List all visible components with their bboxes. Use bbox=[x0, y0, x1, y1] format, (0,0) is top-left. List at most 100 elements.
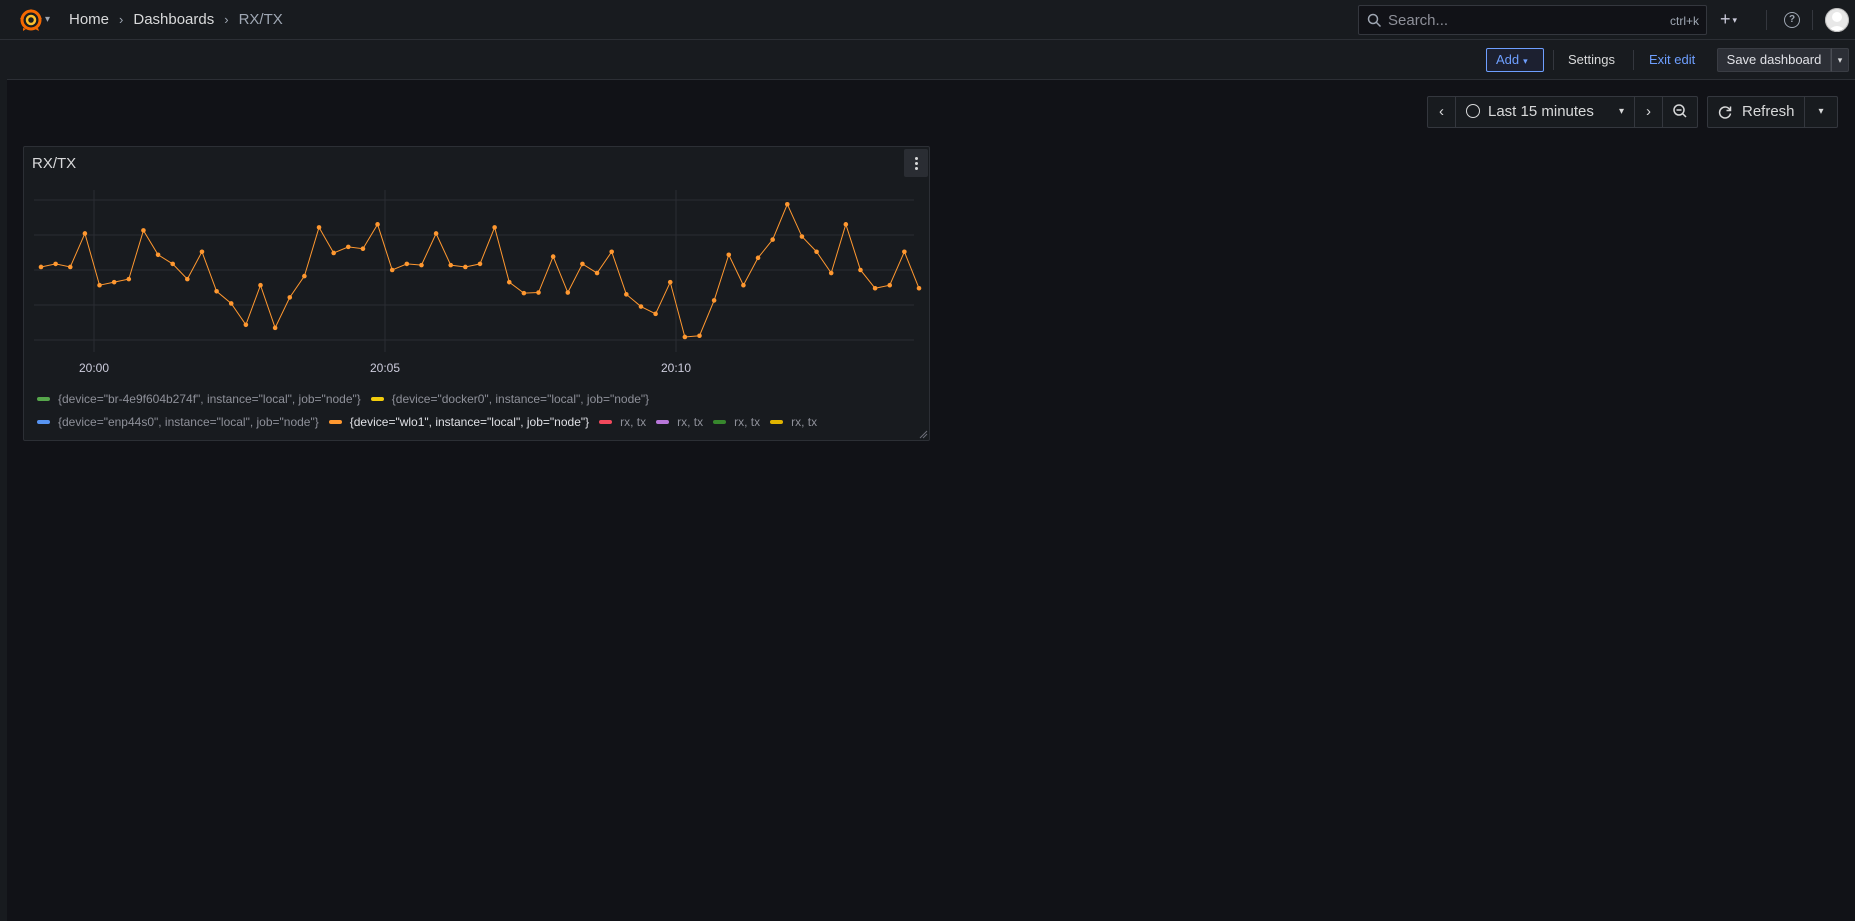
data-point bbox=[258, 282, 263, 288]
legend-label: rx, tx bbox=[791, 414, 818, 429]
refresh-button[interactable]: Refresh bbox=[1707, 96, 1805, 128]
time-range-picker[interactable]: Last 15 minutes ▾ bbox=[1455, 96, 1635, 128]
data-point bbox=[697, 333, 702, 339]
save-options-chevron-icon[interactable]: ▾ bbox=[1831, 48, 1849, 72]
data-point bbox=[916, 285, 922, 291]
refresh-interval-picker[interactable]: ▾ bbox=[1804, 96, 1838, 128]
chart-legend: {device="br-4e9f604b274f", instance="loc… bbox=[37, 387, 927, 433]
data-point bbox=[214, 289, 219, 294]
legend-row: {device="enp44s0", instance="local", job… bbox=[37, 410, 927, 433]
search-icon bbox=[1367, 13, 1382, 28]
legend-item[interactable]: {device="wlo1", instance="local", job="n… bbox=[328, 414, 590, 429]
save-dashboard-button[interactable]: Save dashboard bbox=[1717, 48, 1831, 72]
legend-label: {device="br-4e9f604b274f", instance="loc… bbox=[58, 391, 361, 406]
legend-label: rx, tx bbox=[677, 414, 704, 429]
clock-icon bbox=[1466, 104, 1480, 118]
breadcrumb-dashboards[interactable]: Dashboards bbox=[133, 11, 214, 28]
data-point bbox=[521, 290, 527, 296]
line-chart[interactable]: 20:00 20:05 20:10 bbox=[24, 177, 931, 377]
data-point bbox=[228, 301, 234, 306]
chevron-right-icon: › bbox=[224, 12, 229, 27]
legend-label: {device="wlo1", instance="local", job="n… bbox=[349, 414, 590, 429]
legend-item[interactable]: rx, tx bbox=[656, 415, 703, 429]
data-point bbox=[711, 298, 717, 303]
left-edge bbox=[0, 0, 7, 921]
legend-swatch bbox=[713, 419, 727, 424]
search-input[interactable]: Search... ctrl+k bbox=[1358, 5, 1707, 35]
breadcrumb-home[interactable]: Home bbox=[69, 11, 109, 28]
divider bbox=[1766, 10, 1767, 30]
data-point bbox=[828, 270, 834, 276]
data-point bbox=[111, 279, 117, 285]
x-tick-label: 20:05 bbox=[370, 361, 400, 375]
user-icon bbox=[1825, 8, 1849, 32]
data-point bbox=[419, 262, 424, 268]
legend-label: {device="docker0", instance="local", job… bbox=[391, 391, 650, 406]
data-point bbox=[170, 261, 175, 267]
data-point bbox=[565, 290, 571, 295]
chevron-right-icon: › bbox=[1646, 103, 1651, 120]
data-point bbox=[653, 311, 658, 317]
data-point bbox=[682, 334, 688, 340]
data-point bbox=[287, 295, 293, 300]
search-placeholder: Search... bbox=[1388, 12, 1449, 29]
legend-label: rx, tx bbox=[734, 414, 761, 429]
panel-title[interactable]: RX/TX bbox=[32, 155, 76, 172]
legend-item[interactable]: {device="br-4e9f604b274f", instance="loc… bbox=[37, 392, 361, 406]
chevron-down-icon: ▾ bbox=[1818, 106, 1824, 117]
settings-button[interactable]: Settings bbox=[1568, 52, 1615, 67]
data-point bbox=[785, 201, 790, 207]
series-line bbox=[40, 203, 920, 338]
resize-handle-icon[interactable] bbox=[918, 429, 928, 439]
legend-item[interactable]: rx, tx bbox=[599, 415, 646, 429]
zoom-out-button[interactable] bbox=[1662, 96, 1698, 128]
legend-item[interactable]: {device="docker0", instance="local", job… bbox=[370, 391, 650, 406]
data-point bbox=[550, 254, 556, 259]
legend-swatch bbox=[328, 419, 342, 424]
legend-label: {device="enp44s0", instance="local", job… bbox=[58, 414, 319, 429]
chevron-left-icon: ‹ bbox=[1439, 103, 1444, 120]
legend-item[interactable]: rx, tx bbox=[713, 415, 760, 429]
legend-swatch bbox=[37, 396, 50, 401]
add-button[interactable]: Add ▾ bbox=[1486, 48, 1544, 72]
chevron-down-icon: ▾ bbox=[1618, 106, 1624, 117]
chevron-down-icon: ▾ bbox=[1732, 15, 1738, 26]
breadcrumb: Home › Dashboards › RX/TX bbox=[69, 11, 283, 28]
data-point bbox=[770, 237, 775, 242]
timeseries-panel[interactable]: RX/TX 20:00 20:05 20:10 {device="br-4e9f60… bbox=[23, 146, 930, 441]
data-point bbox=[887, 282, 893, 288]
legend-swatch bbox=[656, 419, 670, 424]
legend-item[interactable]: {device="enp44s0", instance="local", job… bbox=[37, 415, 319, 429]
data-point bbox=[82, 231, 88, 236]
data-point bbox=[331, 250, 336, 256]
add-label: Add bbox=[1496, 52, 1520, 67]
search-shortcut: ctrl+k bbox=[1669, 14, 1699, 28]
data-point bbox=[506, 279, 512, 285]
chevron-right-icon: › bbox=[119, 12, 124, 27]
avatar[interactable] bbox=[1825, 8, 1849, 32]
grafana-logo-icon[interactable] bbox=[18, 7, 44, 33]
data-point bbox=[389, 267, 395, 273]
data-point bbox=[126, 276, 132, 282]
legend-label: rx, tx bbox=[620, 414, 647, 429]
new-menu-button[interactable]: + ▾ bbox=[1720, 9, 1754, 31]
data-point bbox=[97, 282, 102, 288]
data-point bbox=[141, 228, 146, 233]
legend-item[interactable]: rx, tx bbox=[770, 415, 817, 429]
data-point bbox=[185, 276, 190, 282]
legend-swatch bbox=[370, 396, 384, 401]
time-forward-button[interactable]: › bbox=[1634, 96, 1663, 128]
data-point bbox=[53, 261, 58, 267]
chevron-down-icon[interactable]: ▾ bbox=[45, 14, 50, 25]
data-point bbox=[843, 222, 849, 227]
top-navbar: ▾ Home › Dashboards › RX/TX Search... ct… bbox=[0, 0, 1855, 40]
data-point bbox=[404, 261, 410, 267]
data-point bbox=[346, 244, 351, 250]
time-back-button[interactable]: ‹ bbox=[1427, 96, 1456, 128]
help-icon[interactable]: ? bbox=[1784, 12, 1800, 28]
data-point bbox=[492, 225, 497, 230]
data-point bbox=[316, 225, 322, 230]
data-point bbox=[814, 249, 819, 255]
exit-edit-button[interactable]: Exit edit bbox=[1649, 52, 1695, 67]
panel-menu-icon[interactable] bbox=[904, 149, 928, 177]
